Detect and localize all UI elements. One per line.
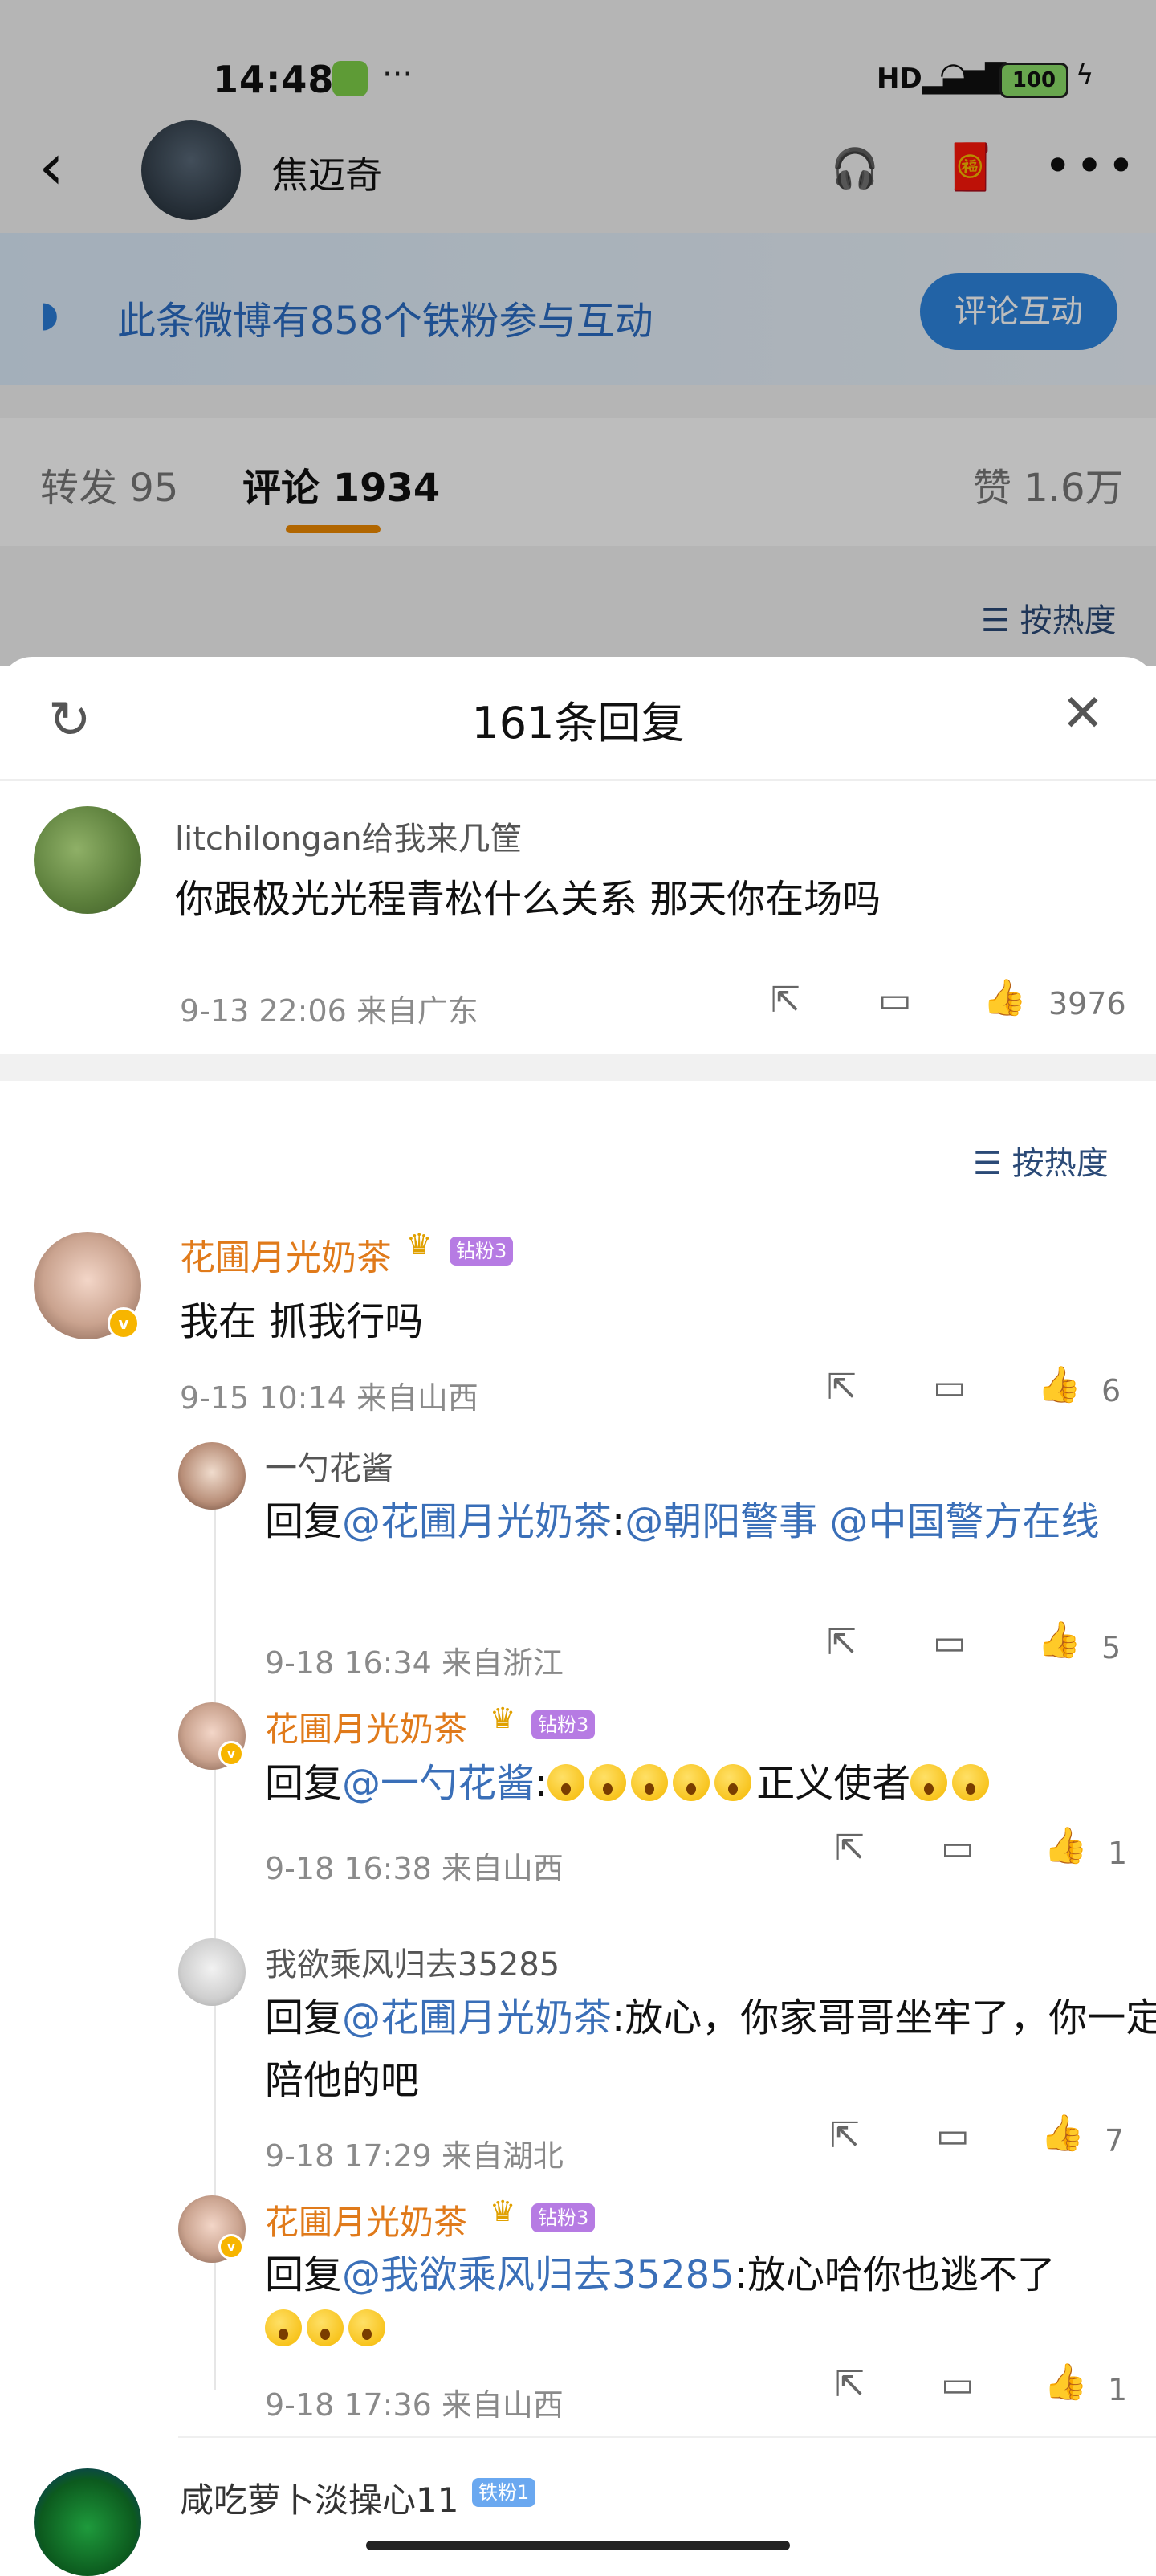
crown-icon: ♛ bbox=[406, 1229, 433, 1262]
fan-level-badge: 钻粉3 bbox=[531, 1710, 596, 1739]
reply-avatar[interactable] bbox=[178, 1442, 246, 1510]
refresh-icon[interactable]: ↻ bbox=[48, 691, 92, 750]
sort-icon: ☰ bbox=[973, 1145, 1012, 1182]
fan-level-badge: 钻粉3 bbox=[450, 1237, 514, 1266]
commenter-name[interactable]: litchilongan给我来几筐 bbox=[175, 813, 523, 859]
shocked-emoji-icon bbox=[265, 2309, 302, 2346]
comment-icon[interactable]: ▭ bbox=[933, 1367, 967, 1408]
divider bbox=[0, 779, 1156, 781]
thumbs-up-icon[interactable]: 👍 bbox=[1044, 1824, 1088, 1866]
shocked-emoji-icon bbox=[714, 1764, 752, 1801]
crown-icon: ♛ bbox=[490, 2195, 516, 2228]
commenter-avatar[interactable] bbox=[34, 806, 141, 914]
crown-icon: ♛ bbox=[490, 1702, 516, 1735]
like-count: 6 bbox=[1101, 1373, 1121, 1408]
reply-text: 回复@我欲乘风归去35285:放心哈你也逃不了 bbox=[265, 2252, 1056, 2297]
reply-user-name[interactable]: 我欲乘风归去35285 bbox=[265, 1938, 560, 1985]
shocked-emoji-icon bbox=[910, 1764, 948, 1801]
share-icon[interactable]: ⇱ bbox=[835, 1828, 865, 1869]
like-count: 1 bbox=[1108, 2372, 1128, 2407]
reply-avatar[interactable] bbox=[178, 1938, 246, 2006]
shocked-emoji-icon bbox=[673, 1764, 710, 1801]
reply-text: 回复@花圃月光奶茶:@朝阳警事 @中国警方在线 bbox=[265, 1499, 1100, 1544]
comment-icon[interactable]: ▭ bbox=[878, 980, 912, 1021]
share-icon[interactable]: ⇱ bbox=[771, 980, 800, 1021]
verified-badge-icon: v bbox=[218, 1741, 244, 1767]
like-count: 1 bbox=[1108, 1836, 1128, 1871]
fan-level-badge: 铁粉1 bbox=[472, 2478, 536, 2507]
shocked-emoji-icon bbox=[547, 1764, 585, 1801]
like-count: 5 bbox=[1101, 1630, 1121, 1665]
share-icon[interactable]: ⇱ bbox=[827, 1622, 857, 1663]
comment-text: 你跟极光光程青松什么关系 那天你在场吗 bbox=[175, 877, 881, 922]
section-divider bbox=[0, 1054, 1156, 1081]
comment-icon[interactable]: ▭ bbox=[936, 2115, 970, 2156]
thumbs-up-icon[interactable]: 👍 bbox=[1037, 1363, 1081, 1405]
share-icon[interactable]: ⇱ bbox=[827, 1367, 857, 1408]
fan-level-badge: 钻粉3 bbox=[531, 2203, 596, 2232]
reply-meta: 9-18 17:36 来自山西 bbox=[265, 2387, 564, 2423]
home-indicator[interactable] bbox=[366, 2541, 790, 2550]
shocked-emoji-icon bbox=[631, 1764, 669, 1801]
reply-text: 回复@花圃月光奶茶:放心，你家哥哥坐牢了，你一定会陪他的吧 bbox=[265, 1995, 1156, 2103]
comment-text: 我在 抓我行吗 bbox=[180, 1299, 424, 1344]
comment-icon[interactable]: ▭ bbox=[933, 1622, 967, 1663]
sheet-title: 161条回复 bbox=[471, 698, 685, 748]
reply-user-name[interactable]: 一勺花酱 bbox=[265, 1442, 393, 1489]
share-icon[interactable]: ⇱ bbox=[830, 2115, 860, 2156]
shocked-emoji-icon bbox=[307, 2309, 344, 2346]
thumbs-up-icon[interactable]: 👍 bbox=[1040, 2112, 1085, 2154]
comment-icon[interactable]: ▭ bbox=[941, 1828, 975, 1869]
divider bbox=[178, 2436, 1156, 2438]
thumbs-up-icon[interactable]: 👍 bbox=[1044, 2361, 1088, 2403]
commenter-avatar[interactable] bbox=[34, 2468, 141, 2576]
reply-meta: 9-18 17:29 来自湖北 bbox=[265, 2138, 564, 2174]
sort-by-heat[interactable]: ☰ 按热度 bbox=[973, 1137, 1109, 1184]
verified-badge-icon: v bbox=[218, 2234, 244, 2260]
commenter-name[interactable]: 花圃月光奶茶 bbox=[180, 1229, 392, 1280]
close-icon[interactable]: ✕ bbox=[1061, 684, 1105, 744]
thumbs-up-icon[interactable]: 👍 bbox=[1037, 1619, 1081, 1661]
shocked-emoji-icon bbox=[952, 1764, 990, 1801]
dim-overlay[interactable] bbox=[0, 0, 1156, 666]
reply-emoji-row bbox=[265, 2309, 390, 2346]
like-count: 7 bbox=[1105, 2123, 1125, 2158]
thumbs-up-icon[interactable]: 👍 bbox=[983, 976, 1027, 1018]
reply-text: 回复@一勺花酱: 正义使者 bbox=[265, 1752, 1156, 1815]
reply-user-name[interactable]: 花圃月光奶茶 bbox=[265, 1702, 467, 1751]
comment-icon[interactable]: ▭ bbox=[941, 2364, 975, 2405]
comment-meta: 9-15 10:14 来自山西 bbox=[180, 1380, 478, 1416]
reply-user-name[interactable]: 花圃月光奶茶 bbox=[265, 2195, 467, 2244]
share-icon[interactable]: ⇱ bbox=[835, 2364, 865, 2405]
laughing-emoji-icon bbox=[348, 2309, 385, 2346]
comment-meta: 9-13 22:06 来自广东 bbox=[180, 993, 478, 1029]
reply-meta: 9-18 16:38 来自山西 bbox=[265, 1851, 564, 1886]
commenter-name[interactable]: 咸吃萝卜淡操心11 bbox=[180, 2473, 458, 2522]
like-count: 3976 bbox=[1048, 986, 1126, 1021]
verified-badge-icon: v bbox=[108, 1307, 140, 1339]
reply-meta: 9-18 16:34 来自浙江 bbox=[265, 1645, 564, 1681]
shocked-emoji-icon bbox=[589, 1764, 627, 1801]
